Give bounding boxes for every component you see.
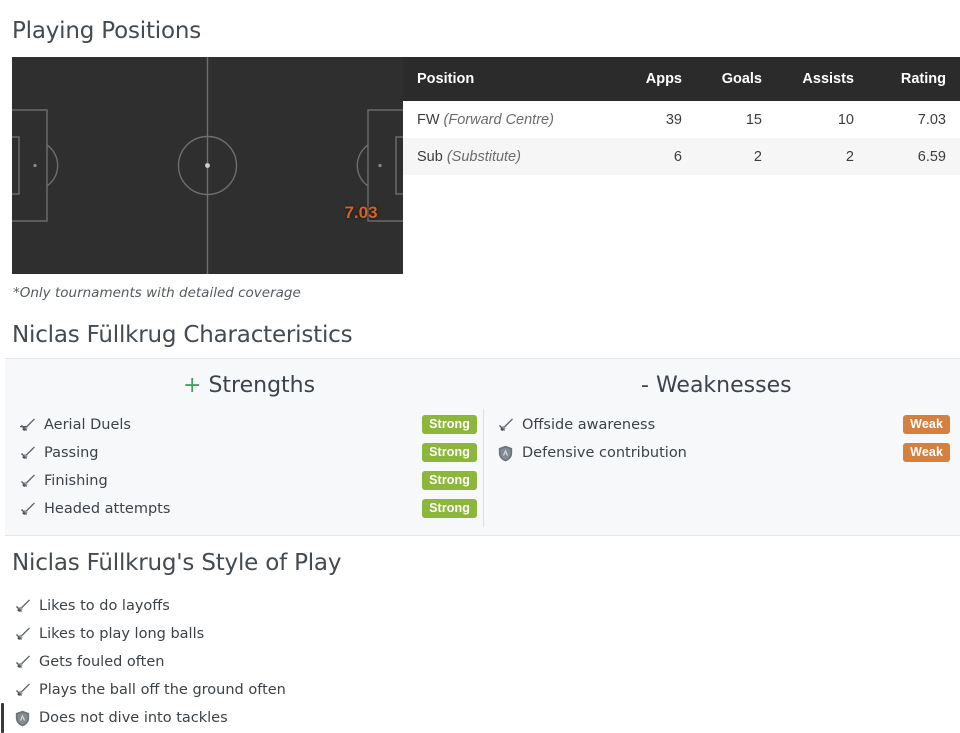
- column-header-apps[interactable]: Apps: [618, 57, 696, 101]
- style-of-play-title: Niclas Füllkrug's Style of Play: [12, 550, 342, 576]
- list-item[interactable]: Plays the ball off the ground often: [12, 676, 512, 704]
- cell-apps: 39: [618, 101, 696, 138]
- style-label: Does not dive into tackles: [39, 710, 228, 726]
- position-code: Sub: [417, 148, 443, 165]
- status-badge: Weak: [903, 415, 950, 435]
- list-item[interactable]: Headed attempts Strong: [17, 495, 477, 523]
- positions-table-header: Position Apps Goals Assists Rating: [403, 57, 960, 101]
- list-item[interactable]: Offside awareness Weak: [495, 411, 950, 439]
- column-header-goals[interactable]: Goals: [696, 57, 776, 101]
- status-badge: Strong: [422, 471, 477, 491]
- status-badge: Strong: [422, 443, 477, 463]
- cell-goals: 2: [696, 138, 776, 175]
- plus-sign: +: [183, 373, 202, 398]
- attribute-label: Offside awareness: [522, 417, 656, 433]
- position-name: (Substitute): [446, 148, 521, 165]
- characteristics-title: Niclas Füllkrug Characteristics: [12, 322, 353, 348]
- list-item[interactable]: Passing Strong: [17, 439, 477, 467]
- positions-table-body: FW (Forward Centre) 39 15 10 7.03 Sub (Sub…: [403, 101, 960, 175]
- cell-rating: 6.59: [868, 138, 960, 175]
- list-item[interactable]: Likes to play long balls: [12, 620, 512, 648]
- sword-icon: [17, 443, 37, 463]
- pitch-map: 7.03: [12, 57, 403, 274]
- strengths-heading: + Strengths: [183, 373, 315, 398]
- status-badge: Weak: [903, 443, 950, 463]
- sword-icon: [12, 596, 32, 616]
- sword-icon: [17, 499, 37, 519]
- list-item[interactable]: Likes to do layoffs: [12, 592, 512, 620]
- sword-icon: [17, 471, 37, 491]
- list-item[interactable]: Finishing Strong: [17, 467, 477, 495]
- attribute-label: Aerial Duels: [44, 417, 131, 433]
- status-badge: Strong: [422, 499, 477, 519]
- position-name: (Forward Centre): [443, 111, 554, 128]
- player-profile-page: Playing Positions 7.03 *Only tournaments…: [0, 0, 960, 733]
- list-item[interactable]: Defensive contribution Weak: [495, 439, 950, 467]
- list-item[interactable]: Gets fouled often: [12, 648, 512, 676]
- list-item[interactable]: Aerial Duels Strong: [17, 411, 477, 439]
- cell-position: Sub (Substitute): [403, 138, 618, 175]
- status-badge: Strong: [422, 415, 477, 435]
- style-of-play-list: Likes to do layoffs Likes to play long b…: [12, 592, 512, 732]
- attribute-label: Headed attempts: [44, 501, 171, 517]
- positions-table: Position Apps Goals Assists Rating FW (Fo…: [403, 57, 960, 175]
- column-divider: [483, 409, 484, 527]
- sword-icon: [12, 624, 32, 644]
- strengths-list: Aerial Duels Strong Passing Strong Finis…: [17, 411, 477, 523]
- attribute-label: Passing: [44, 445, 99, 461]
- weaknesses-list: Offside awareness Weak Defensive contrib…: [495, 411, 950, 467]
- cell-apps: 6: [618, 138, 696, 175]
- attribute-label: Defensive contribution: [522, 445, 687, 461]
- positions-table-container: Position Apps Goals Assists Rating FW (Fo…: [403, 57, 960, 177]
- cell-assists: 2: [776, 138, 868, 175]
- shield-icon: [12, 708, 32, 728]
- minus-sign: -: [641, 373, 649, 398]
- scrollbar-thumb[interactable]: [1, 703, 4, 733]
- pitch-footnote: *Only tournaments with detailed coverage: [13, 285, 301, 301]
- style-label: Gets fouled often: [39, 654, 165, 670]
- table-header-row: Position Apps Goals Assists Rating: [403, 57, 960, 101]
- pitch-rating-marker: 7.03: [344, 203, 378, 222]
- page-scrollbar[interactable]: [0, 0, 5, 733]
- table-row[interactable]: Sub (Substitute) 6 2 2 6.59: [403, 138, 960, 175]
- strengths-heading-label: Strengths: [208, 373, 316, 398]
- style-label: Plays the ball off the ground often: [39, 682, 286, 698]
- pitch-graphic: [12, 57, 403, 274]
- column-header-assists[interactable]: Assists: [776, 57, 868, 101]
- sword-icon: [12, 680, 32, 700]
- weaknesses-heading-label: Weaknesses: [655, 373, 792, 398]
- sword-icon: [12, 652, 32, 672]
- cell-rating: 7.03: [868, 101, 960, 138]
- sword-icon: [495, 415, 515, 435]
- playing-positions-title: Playing Positions: [12, 18, 201, 44]
- table-row[interactable]: FW (Forward Centre) 39 15 10 7.03: [403, 101, 960, 138]
- list-item[interactable]: Does not dive into tackles: [12, 704, 512, 732]
- style-label: Likes to do layoffs: [39, 598, 170, 614]
- cell-goals: 15: [696, 101, 776, 138]
- weaknesses-heading: - Weaknesses: [641, 373, 792, 398]
- style-label: Likes to play long balls: [39, 626, 205, 642]
- position-code: FW: [417, 111, 440, 128]
- column-header-position[interactable]: Position: [403, 57, 618, 101]
- sword-icon: [17, 415, 37, 435]
- column-header-rating[interactable]: Rating: [868, 57, 960, 101]
- cell-assists: 10: [776, 101, 868, 138]
- characteristics-panel: + Strengths - Weaknesses Aerial Duels St…: [5, 358, 960, 536]
- attribute-label: Finishing: [44, 473, 108, 489]
- shield-icon: [495, 443, 515, 463]
- cell-position: FW (Forward Centre): [403, 101, 618, 138]
